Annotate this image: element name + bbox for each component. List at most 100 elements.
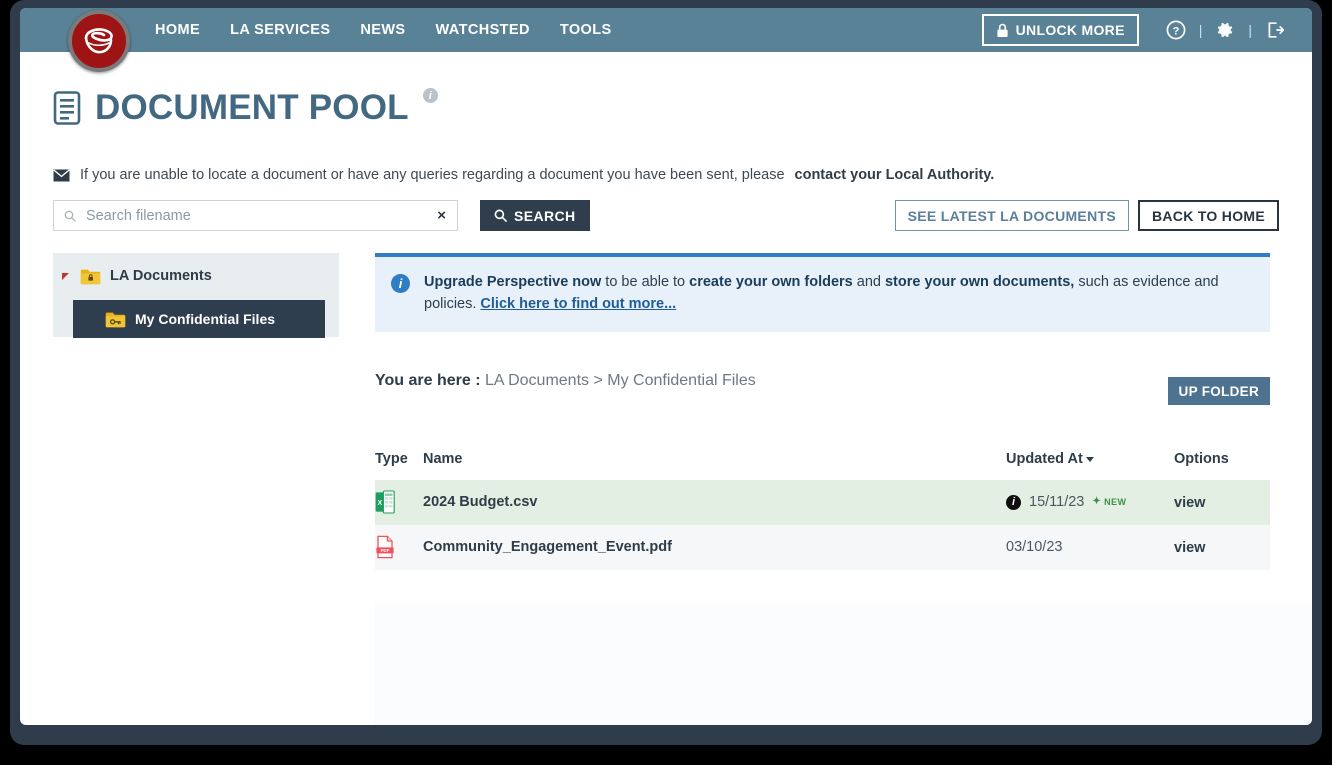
column-header-updated-at-label: Updated At [1006,450,1083,467]
file-updated-at: 15/11/23 [1029,494,1085,511]
table-row[interactable]: PDF Community_Engagement_Event.pdf 03/10… [375,524,1270,570]
nav-item-home[interactable]: HOME [155,22,200,38]
search-row: × SEARCH SEE LATEST LA DOCUMENTS BACK TO… [53,200,1279,231]
nav-item-watchsted[interactable]: WATCHSTED [436,22,530,38]
tree-item-la-documents[interactable]: LA Documents [53,265,339,287]
main-nav: HOME LA SERVICES NEWS WATCHSTED TOOLS [155,22,612,38]
column-header-options: Options [1174,450,1229,467]
file-updated-at-cell: i 15/11/23 ✦ NEW [1006,480,1174,525]
upgrade-alert-text-1: to be able to [601,274,690,290]
search-input[interactable] [76,207,435,224]
tree-item-my-confidential-files[interactable]: My Confidential Files [73,300,325,338]
table-header-row: Type Name Updated At Options [375,451,1270,480]
page-title-row: DOCUMENT POOL i [53,84,1279,125]
help-circle-icon: ? [1166,20,1186,40]
app-viewport: HOME LA SERVICES NEWS WATCHSTED TOOLS UN… [20,8,1312,725]
folder-tree-sidebar: LA Documents My Confidential Files [53,253,339,338]
file-name[interactable]: 2024 Budget.csv [423,480,1006,525]
file-type-cell: PDF [375,525,423,570]
svg-text:X: X [377,500,382,507]
help-notice-text: If you are unable to locate a document o… [80,167,785,183]
header-divider-2: | [1248,22,1252,38]
search-icon [494,209,507,222]
table-row[interactable]: X 2024 Budget.csv i 15/11/23 ✦ NEW view [375,479,1270,525]
file-info-icon[interactable]: i [1006,494,1021,510]
main-content: i Upgrade Perspective now to be able to … [339,253,1279,570]
nav-item-news[interactable]: NEWS [360,22,405,38]
site-logo[interactable] [68,10,130,72]
new-badge-label: NEW [1104,497,1127,508]
document-list-icon [53,91,81,125]
upgrade-alert-bold-2: create your own folders [689,274,853,290]
find-out-more-link[interactable]: Click here to find out more... [480,296,676,312]
star-icon: ✦ [1092,496,1102,508]
tree-item-my-confidential-files-label: My Confidential Files [135,311,276,327]
header-actions: UNLOCK MORE ? | | [981,8,1290,52]
info-icon: i [391,274,410,293]
gear-icon [1218,22,1233,38]
nav-item-la-services[interactable]: LA SERVICES [230,22,330,38]
up-folder-button[interactable]: UP FOLDER [1167,377,1270,405]
clear-search-icon[interactable]: × [434,207,449,224]
search-field-wrapper: × [53,200,458,231]
nav-item-tools[interactable]: TOOLS [560,22,612,38]
top-navigation-bar: HOME LA SERVICES NEWS WATCHSTED TOOLS UN… [20,8,1312,72]
search-icon [64,210,76,222]
upgrade-alert-text-2: and [852,274,885,290]
new-badge: ✦ NEW [1092,496,1127,508]
page-title-info-icon[interactable]: i [422,88,438,103]
see-latest-la-documents-button[interactable]: SEE LATEST LA DOCUMENTS [894,200,1129,231]
column-header-type: Type [375,450,408,467]
footer-panel [375,603,1312,725]
device-bezel: HOME LA SERVICES NEWS WATCHSTED TOOLS UN… [10,0,1322,745]
file-options-cell: view [1174,525,1270,570]
breadcrumb-label: You are here : [375,371,481,389]
upgrade-alert-bold-3: store your own documents, [884,274,1075,290]
svg-text:PDF: PDF [381,549,390,554]
sort-caret-down-icon[interactable] [1085,456,1094,462]
file-updated-at-cell: 03/10/23 [1006,525,1174,570]
search-button-label: SEARCH [514,207,576,224]
svg-text:?: ? [1172,25,1179,37]
documents-table: Type Name Updated At Options X 2024 Budg… [375,451,1270,570]
lock-icon [997,23,1008,37]
logout-button[interactable] [1260,15,1290,45]
unlock-more-label: UNLOCK MORE [1015,22,1125,38]
unlock-more-button[interactable]: UNLOCK MORE [981,14,1139,46]
file-updated-at: 03/10/23 [1006,539,1063,556]
tree-item-la-documents-label: LA Documents [110,268,212,284]
column-header-name: Name [423,450,463,467]
upgrade-alert: i Upgrade Perspective now to be able to … [375,253,1270,332]
file-name[interactable]: Community_Engagement_Event.pdf [423,525,1006,570]
view-link[interactable]: view [1174,495,1205,511]
page-container: DOCUMENT POOL i If you are unable to loc… [20,84,1312,570]
breadcrumb: You are here : LA Documents > My Confide… [375,372,1270,390]
file-options-cell: view [1174,480,1270,525]
excel-file-icon: X [375,490,395,514]
updated-at-wrapper: i 15/11/23 ✦ NEW [1006,494,1174,510]
content-split: LA Documents My Confidential Files i Upg… [53,253,1279,570]
folder-key-icon [105,312,126,327]
documents-table-head: Type Name Updated At Options [375,451,1270,480]
settings-button[interactable] [1210,15,1240,45]
file-type-cell: X [375,480,423,525]
help-notice: If you are unable to locate a document o… [53,167,1279,183]
view-link[interactable]: view [1174,540,1205,556]
upgrade-alert-bold-1: Upgrade Perspective now [424,274,602,290]
help-button[interactable]: ? [1161,15,1191,45]
breadcrumb-path: LA Documents > My Confidential Files [480,371,756,389]
documents-table-body: X 2024 Budget.csv i 15/11/23 ✦ NEW view … [375,479,1270,570]
company-swirl-logo-icon [84,28,113,54]
envelope-icon [53,168,70,181]
header-divider-1: | [1198,22,1203,38]
pdf-file-icon: PDF [376,536,394,559]
page-title: DOCUMENT POOL [95,88,409,127]
folder-lock-icon [80,269,101,284]
search-button[interactable]: SEARCH [480,200,590,231]
logout-icon [1268,22,1285,38]
page-action-buttons: SEE LATEST LA DOCUMENTS BACK TO HOME [894,200,1279,231]
collapse-caret-icon[interactable] [62,272,69,280]
back-to-home-button[interactable]: BACK TO HOME [1137,200,1279,231]
column-header-updated-at[interactable]: Updated At [1006,451,1174,480]
help-notice-link[interactable]: contact your Local Authority. [795,167,995,183]
